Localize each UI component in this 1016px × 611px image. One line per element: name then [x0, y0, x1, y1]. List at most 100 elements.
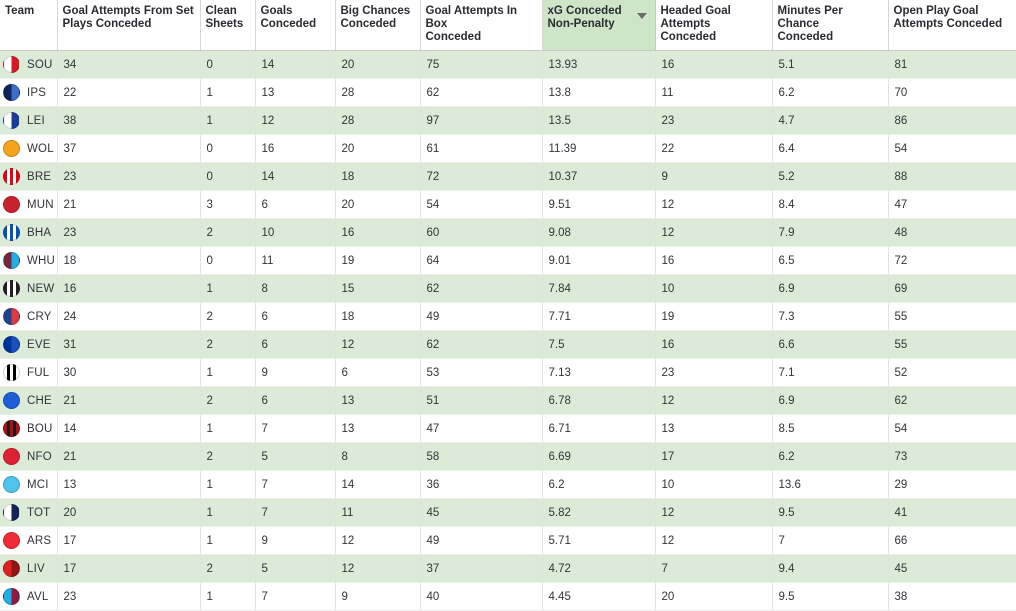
table-row[interactable]: TOT 20 1 7 11 45 5.82 12 9.5 41: [0, 498, 1016, 527]
table-row[interactable]: MCI 13 1 7 14 36 6.2 10 13.6 29: [0, 470, 1016, 499]
cell-open-play-goal-attempts-conceded: 70: [888, 78, 1016, 107]
column-header-headed-goal-attempts-conceded-line-1: Headed Goal: [660, 5, 731, 17]
cell-goals-conceded: 11: [255, 246, 336, 275]
cell-team[interactable]: BHA: [0, 218, 58, 247]
cell-team[interactable]: WHU: [0, 246, 58, 275]
cell-big-chances-conceded: 28: [335, 106, 421, 135]
cell-set-plays-conceded: 18: [57, 246, 201, 275]
cell-open-play-goal-attempts-conceded: 72: [888, 246, 1016, 275]
table-row[interactable]: ARS 17 1 9 12 49 5.71 12 7 66: [0, 526, 1016, 555]
cell-big-chances-conceded: 20: [335, 134, 421, 163]
cell-goal-attempts-in-box-conceded: 61: [420, 134, 543, 163]
cell-team[interactable]: BRE: [0, 162, 58, 191]
team-abbreviation: BOU: [27, 422, 53, 435]
cell-team[interactable]: ARS: [0, 526, 58, 555]
cell-team[interactable]: NFO: [0, 442, 58, 471]
cell-clean-sheets: 2: [200, 330, 256, 359]
bournemouth-badge: [3, 420, 20, 437]
cell-goals-conceded: 7: [255, 470, 336, 499]
cell-headed-goal-attempts-conceded: 17: [655, 442, 773, 471]
table-row[interactable]: CRY 24 2 6 18 49 7.71 19 7.3 55: [0, 302, 1016, 331]
column-header-xg-conceded-non-penalty-line-2: Non-Penalty: [547, 18, 615, 30]
cell-team[interactable]: CHE: [0, 386, 58, 415]
cell-open-play-goal-attempts-conceded: 48: [888, 218, 1016, 247]
column-header-minutes-per-chance-conceded[interactable]: Minutes Per Chance Conceded: [772, 0, 889, 51]
column-header-xg-conceded-non-penalty[interactable]: xG Conceded Non-Penalty: [541, 0, 656, 51]
cell-xg-conceded-non-penalty: 6.71: [542, 414, 656, 443]
cell-team[interactable]: FUL: [0, 358, 58, 387]
table-row[interactable]: NEW 16 1 8 15 62 7.84 10 6.9 69: [0, 274, 1016, 303]
cell-team[interactable]: TOT: [0, 498, 58, 527]
table-row[interactable]: WOL 37 0 16 20 61 11.39 22 6.4 54: [0, 134, 1016, 163]
cell-team[interactable]: SOU: [0, 50, 58, 79]
table-row[interactable]: BHA 23 2 10 16 60 9.08 12 7.9 48: [0, 218, 1016, 247]
cell-minutes-per-chance-conceded: 13.6: [772, 470, 889, 499]
cell-goals-conceded: 7: [255, 414, 336, 443]
cell-set-plays-conceded: 31: [57, 330, 201, 359]
cell-goal-attempts-in-box-conceded: 37: [420, 554, 543, 583]
cell-team[interactable]: IPS: [0, 78, 58, 107]
cell-set-plays-conceded: 21: [57, 386, 201, 415]
table-row[interactable]: SOU 34 0 14 20 75 13.93 16 5.1 81: [0, 50, 1016, 79]
cell-goals-conceded: 9: [255, 526, 336, 555]
cell-xg-conceded-non-penalty: 6.2: [542, 470, 656, 499]
cell-minutes-per-chance-conceded: 8.5: [772, 414, 889, 443]
cell-clean-sheets: 0: [200, 246, 256, 275]
table-row[interactable]: BRE 23 0 14 18 72 10.37 9 5.2 88: [0, 162, 1016, 191]
cell-team[interactable]: MUN: [0, 190, 58, 219]
team-abbreviation: FUL: [27, 366, 50, 379]
column-header-clean-sheets[interactable]: Clean Sheets: [200, 0, 256, 51]
cell-clean-sheets: 2: [200, 386, 256, 415]
cell-goal-attempts-in-box-conceded: 45: [420, 498, 543, 527]
cell-xg-conceded-non-penalty: 13.5: [542, 106, 656, 135]
cell-open-play-goal-attempts-conceded: 54: [888, 134, 1016, 163]
table-row[interactable]: WHU 18 0 11 19 64 9.01 16 6.5 72: [0, 246, 1016, 275]
column-header-team[interactable]: Team: [0, 0, 58, 51]
cell-team[interactable]: CRY: [0, 302, 58, 331]
column-header-goals-conceded[interactable]: Goals Conceded: [255, 0, 336, 51]
table-row[interactable]: BOU 14 1 7 13 47 6.71 13 8.5 54: [0, 414, 1016, 443]
chevron-down-icon[interactable]: [636, 13, 647, 19]
table-row[interactable]: LIV 17 2 5 12 37 4.72 7 9.4 45: [0, 554, 1016, 583]
cell-team[interactable]: WOL: [0, 134, 58, 163]
cell-team[interactable]: EVE: [0, 330, 58, 359]
cell-big-chances-conceded: 6: [335, 358, 421, 387]
team-abbreviation: MUN: [27, 198, 54, 211]
column-header-open-play-goal-attempts-conceded[interactable]: Open Play Goal Attempts Conceded: [888, 0, 1016, 51]
cell-team[interactable]: MCI: [0, 470, 58, 499]
cell-team[interactable]: AVL: [0, 582, 58, 611]
cell-clean-sheets: 0: [200, 162, 256, 191]
column-header-set-plays-conceded[interactable]: Goal Attempts From Set Plays Conceded: [57, 0, 201, 51]
cell-set-plays-conceded: 16: [57, 274, 201, 303]
cell-open-play-goal-attempts-conceded: 29: [888, 470, 1016, 499]
table-row[interactable]: AVL 23 1 7 9 40 4.45 20 9.5 38: [0, 582, 1016, 611]
table-row[interactable]: NFO 21 2 5 8 58 6.69 17 6.2 73: [0, 442, 1016, 471]
table-row[interactable]: LEI 38 1 12 28 97 13.5 23 4.7 86: [0, 106, 1016, 135]
table-row[interactable]: MUN 21 3 6 20 54 9.51 12 8.4 47: [0, 190, 1016, 219]
column-header-goal-attempts-in-box-conceded[interactable]: Goal Attempts In Box Conceded: [420, 0, 543, 51]
cell-team[interactable]: LEI: [0, 106, 58, 135]
west-ham-badge: [3, 252, 20, 269]
cell-clean-sheets: 1: [200, 582, 256, 611]
column-header-team-line-1: Team: [5, 5, 35, 17]
cell-minutes-per-chance-conceded: 5.1: [772, 50, 889, 79]
column-header-headed-goal-attempts-conceded[interactable]: Headed Goal Attempts Conceded: [655, 0, 773, 51]
cell-headed-goal-attempts-conceded: 9: [655, 162, 773, 191]
column-header-big-chances-conceded[interactable]: Big Chances Conceded: [335, 0, 421, 51]
cell-big-chances-conceded: 28: [335, 78, 421, 107]
cell-clean-sheets: 0: [200, 50, 256, 79]
team-abbreviation: SOU: [27, 58, 53, 71]
table-row[interactable]: IPS 22 1 13 28 62 13.8 11 6.2 70: [0, 78, 1016, 107]
table-row[interactable]: EVE 31 2 6 12 62 7.5 16 6.6 55: [0, 330, 1016, 359]
cell-team[interactable]: NEW: [0, 274, 58, 303]
table-row[interactable]: CHE 21 2 6 13 51 6.78 12 6.9 62: [0, 386, 1016, 415]
cell-team[interactable]: LIV: [0, 554, 58, 583]
cell-xg-conceded-non-penalty: 10.37: [542, 162, 656, 191]
cell-minutes-per-chance-conceded: 7: [772, 526, 889, 555]
team-abbreviation: ARS: [27, 534, 52, 547]
cell-team[interactable]: BOU: [0, 414, 58, 443]
cell-goal-attempts-in-box-conceded: 49: [420, 302, 543, 331]
table-row[interactable]: FUL 30 1 9 6 53 7.13 23 7.1 52: [0, 358, 1016, 387]
cell-goals-conceded: 14: [255, 50, 336, 79]
cell-minutes-per-chance-conceded: 6.4: [772, 134, 889, 163]
